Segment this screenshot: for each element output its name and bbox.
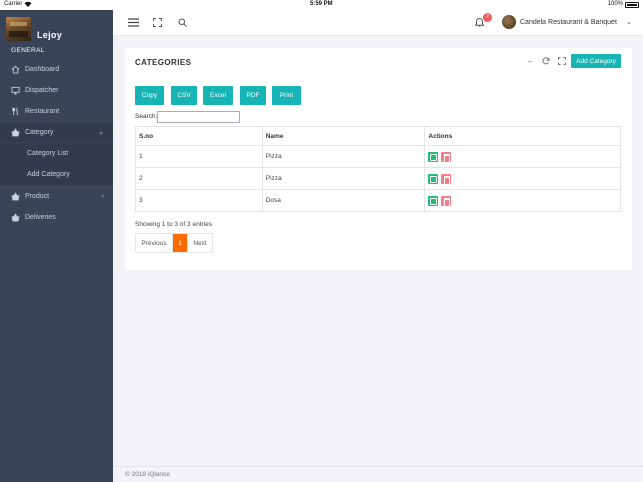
- excel-button[interactable]: Excel: [203, 86, 233, 105]
- pdf-button[interactable]: PDF: [240, 86, 266, 105]
- minimize-icon[interactable]: –: [525, 56, 535, 66]
- monitor-icon: [10, 85, 20, 95]
- sidebar-subitem-add-category[interactable]: Add Category: [0, 164, 113, 185]
- expand-icon[interactable]: [557, 56, 567, 66]
- copy-button[interactable]: Copy: [135, 86, 164, 105]
- sidebar-item-restaurant[interactable]: Restaurant: [0, 101, 113, 121]
- sidebar-item-label: Deliveries: [25, 213, 56, 221]
- basket-icon: [10, 127, 20, 137]
- cutlery-icon: [10, 106, 20, 116]
- sidebar-item-label: Dispatcher: [25, 86, 59, 94]
- edit-icon[interactable]: [428, 195, 439, 206]
- fullscreen-icon[interactable]: [151, 16, 163, 28]
- pagination: Previous 1 Next: [135, 233, 213, 253]
- table-row: 1 Pizza: [135, 145, 621, 168]
- column-header-actions: Actions: [424, 126, 621, 146]
- page-1-button[interactable]: 1: [173, 234, 187, 252]
- sidebar-section-label: GENERAL: [11, 47, 45, 54]
- column-header-name[interactable]: Name: [261, 126, 426, 146]
- notification-badge: 2: [483, 13, 492, 22]
- table-header-row: S.no Name Actions: [135, 126, 621, 146]
- cell-sno: 3: [135, 189, 263, 212]
- refresh-icon[interactable]: [541, 56, 551, 66]
- delete-icon[interactable]: [441, 173, 452, 185]
- sidebar-item-deliveries[interactable]: Deliveries: [0, 207, 113, 227]
- search-input[interactable]: [157, 111, 240, 123]
- top-header: 2 Candela Restaurant & Banquet ⌄: [113, 10, 643, 36]
- delete-icon[interactable]: [441, 151, 452, 163]
- edit-icon[interactable]: [428, 173, 439, 184]
- page-title: CATEGORIES: [135, 58, 192, 67]
- brand[interactable]: Lejoy: [6, 17, 116, 45]
- table-info: Showing 1 to 3 of 3 entries: [135, 221, 212, 228]
- next-page-button[interactable]: Next: [187, 234, 212, 252]
- table-row: 2 Pizza: [135, 167, 621, 190]
- brand-name: Lejoy: [37, 30, 63, 40]
- cell-sno: 2: [135, 167, 263, 190]
- cell-name: Dosa: [261, 189, 426, 212]
- delete-icon[interactable]: [441, 195, 452, 207]
- categories-table: S.no Name Actions 1 Pizza 2 Pizza 3 Dosa: [135, 126, 621, 212]
- sidebar-item-label: Dashboard: [25, 65, 60, 73]
- home-icon: [10, 64, 20, 74]
- cell-actions: [424, 189, 621, 212]
- clock: 5:59 PM: [310, 1, 333, 7]
- chevron-down-icon[interactable]: ⌄: [626, 18, 632, 26]
- search-label: Search:: [135, 113, 158, 120]
- sidebar-item-label: Category: [25, 128, 54, 136]
- battery-icon: [625, 2, 639, 8]
- cell-name: Pizza: [261, 145, 426, 168]
- chevron-right-icon: ›: [101, 192, 104, 200]
- chevron-down-icon: ⌄: [98, 129, 104, 136]
- sidebar-item-label: Product: [25, 192, 50, 200]
- footer: © 2018 iQlance: [113, 466, 643, 482]
- wifi-icon: [24, 1, 32, 9]
- csv-button[interactable]: CSV: [171, 86, 197, 105]
- ios-status-bar: Carrier 5:59 PM 100%: [0, 0, 643, 10]
- sidebar-item-category[interactable]: Category ⌄: [0, 122, 113, 142]
- basket-icon: [10, 212, 20, 222]
- basket-icon: [10, 191, 20, 201]
- categories-card: CATEGORIES – Add Category Copy CSV Excel…: [125, 48, 632, 270]
- cell-name: Pizza: [261, 167, 426, 190]
- sidebar: Lejoy GENERAL Dashboard Dispatcher Resta…: [0, 10, 113, 482]
- sidebar-item-dispatcher[interactable]: Dispatcher: [0, 80, 113, 100]
- brand-logo: [6, 17, 31, 41]
- battery-percent: 100%: [607, 1, 623, 7]
- avatar[interactable]: [502, 15, 516, 29]
- edit-icon[interactable]: [428, 151, 439, 162]
- table-row: 3 Dosa: [135, 189, 621, 212]
- sidebar-item-dashboard[interactable]: Dashboard: [0, 59, 113, 79]
- cell-sno: 1: [135, 145, 263, 168]
- print-button[interactable]: Print: [272, 86, 301, 105]
- sidebar-item-label: Restaurant: [25, 107, 60, 115]
- cell-actions: [424, 167, 621, 190]
- previous-page-button[interactable]: Previous: [136, 234, 173, 252]
- sidebar-subitem-category-list[interactable]: Category List: [0, 143, 113, 164]
- cell-actions: [424, 145, 621, 168]
- add-category-button[interactable]: Add Category: [571, 54, 621, 68]
- search-icon[interactable]: [176, 16, 188, 28]
- column-header-sno[interactable]: S.no: [135, 126, 263, 146]
- sidebar-item-product[interactable]: Product ›: [0, 186, 113, 206]
- user-name[interactable]: Candela Restaurant & Banquet: [520, 19, 617, 26]
- carrier-label: Carrier: [4, 1, 23, 7]
- menu-icon[interactable]: [127, 16, 139, 28]
